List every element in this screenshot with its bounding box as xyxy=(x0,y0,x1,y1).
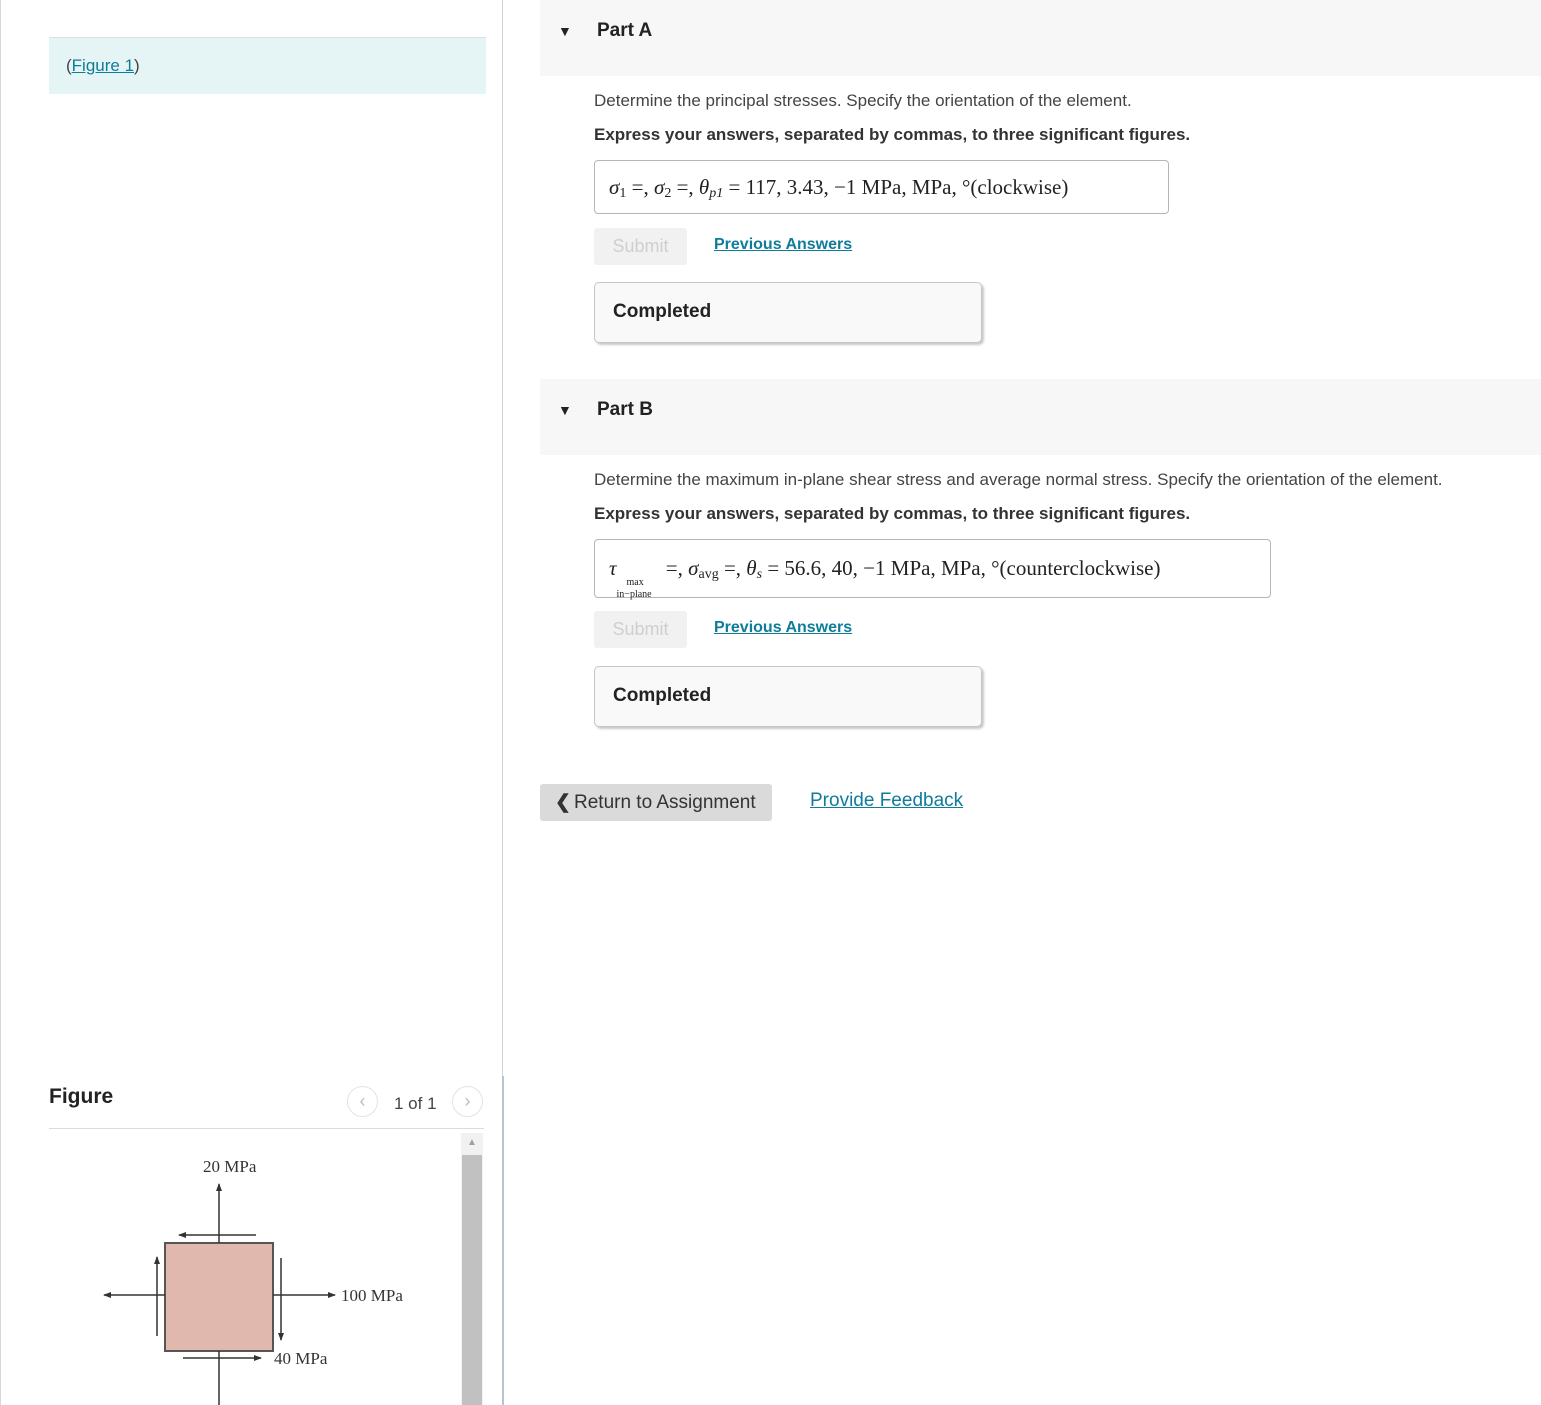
previous-figure-button[interactable]: ‹ xyxy=(347,1086,378,1117)
tau-symbol: τ xyxy=(609,556,617,580)
eq: = xyxy=(762,556,785,580)
figure-link-box: (Figure 1) xyxy=(49,37,486,94)
part-a-status-box: Completed xyxy=(594,282,982,343)
stress-element-diagram: 20 MPa 100 MPa 40 MPa xyxy=(103,1157,403,1405)
next-figure-button[interactable]: › xyxy=(452,1086,483,1117)
stress-element xyxy=(164,1242,274,1352)
label-40mpa: 40 MPa xyxy=(274,1349,328,1368)
theta-sub: p1 xyxy=(709,186,724,201)
theta-symbol: θ xyxy=(698,175,710,199)
eq: =, xyxy=(718,556,747,580)
part-a-header[interactable]: ▼ Part A xyxy=(540,0,1541,76)
part-b-instruction: Express your answers, separated by comma… xyxy=(594,504,1191,523)
part-a-answer-values: 117, 3.43, −1 MPa, MPa, °(clockwise) xyxy=(745,175,1069,199)
part-a-status: Completed xyxy=(613,301,712,322)
part-a-title: Part A xyxy=(597,20,653,41)
figure-1-link[interactable]: Figure 1 xyxy=(72,56,134,75)
eq: = xyxy=(723,175,746,199)
part-a-question: Determine the principal stresses. Specif… xyxy=(594,91,1132,110)
sigma-avg-symbol: σ xyxy=(688,556,699,580)
panel-divider-handle[interactable] xyxy=(502,1076,504,1405)
chevron-left-icon: ‹ xyxy=(359,1091,366,1111)
chevron-left-icon: ❮ xyxy=(555,792,571,813)
part-b-answer[interactable]: τ max in−plane =, σavg =, θs = 56.6, 40, −… xyxy=(594,539,1271,600)
tau-subscript: max in−plane xyxy=(617,560,661,600)
figure-divider xyxy=(49,1128,484,1129)
figure-link-text: (Figure 1) xyxy=(66,56,140,76)
scroll-up-icon[interactable]: ▲ xyxy=(461,1133,483,1153)
part-b-status: Completed xyxy=(613,685,712,706)
eq: =, xyxy=(660,556,689,580)
part-b-title: Part B xyxy=(597,399,653,420)
close-paren: ) xyxy=(134,56,140,75)
sigma1-symbol: σ xyxy=(609,175,620,199)
label-20mpa: 20 MPa xyxy=(203,1157,257,1176)
theta-symbol: θ xyxy=(746,556,757,580)
part-b-status-box: Completed xyxy=(594,666,982,727)
part-b-header[interactable]: ▼ Part B xyxy=(540,379,1541,455)
eq: =, xyxy=(671,175,699,199)
part-a-submit-button[interactable]: Submit xyxy=(594,228,687,265)
figure-title: Figure xyxy=(49,1085,114,1108)
part-b-submit-button[interactable]: Submit xyxy=(594,611,687,648)
eq: =, xyxy=(626,175,654,199)
part-b-previous-answers-link[interactable]: Previous Answers xyxy=(714,619,852,637)
caret-down-icon: ▼ xyxy=(558,402,572,418)
panel-divider xyxy=(502,0,503,1076)
return-to-assignment-button[interactable]: ❮ Return to Assignment xyxy=(540,784,772,821)
part-a-answer[interactable]: σ1 =, σ2 =, θp1 = 117, 3.43, −1 MPa, MPa… xyxy=(594,160,1169,214)
label-100mpa: 100 MPa xyxy=(341,1286,403,1305)
part-a-instruction: Express your answers, separated by comma… xyxy=(594,125,1191,144)
caret-down-icon: ▼ xyxy=(558,23,572,39)
part-a-previous-answers-link[interactable]: Previous Answers xyxy=(714,236,852,254)
chevron-right-icon: › xyxy=(464,1091,471,1111)
left-border xyxy=(0,0,1,1405)
return-label: Return to Assignment xyxy=(574,792,756,813)
part-b-question: Determine the maximum in-plane shear str… xyxy=(594,470,1443,489)
figure-page-indicator: 1 of 1 xyxy=(394,1094,437,1113)
sigma-avg-sub: avg xyxy=(698,567,719,582)
figure-scrollbar-thumb[interactable] xyxy=(462,1155,482,1405)
part-b-answer-values: 56.6, 40, −1 MPa, MPa, °(counterclockwis… xyxy=(784,556,1161,580)
provide-feedback-link[interactable]: Provide Feedback xyxy=(810,790,963,812)
sigma2-symbol: σ xyxy=(653,175,665,199)
